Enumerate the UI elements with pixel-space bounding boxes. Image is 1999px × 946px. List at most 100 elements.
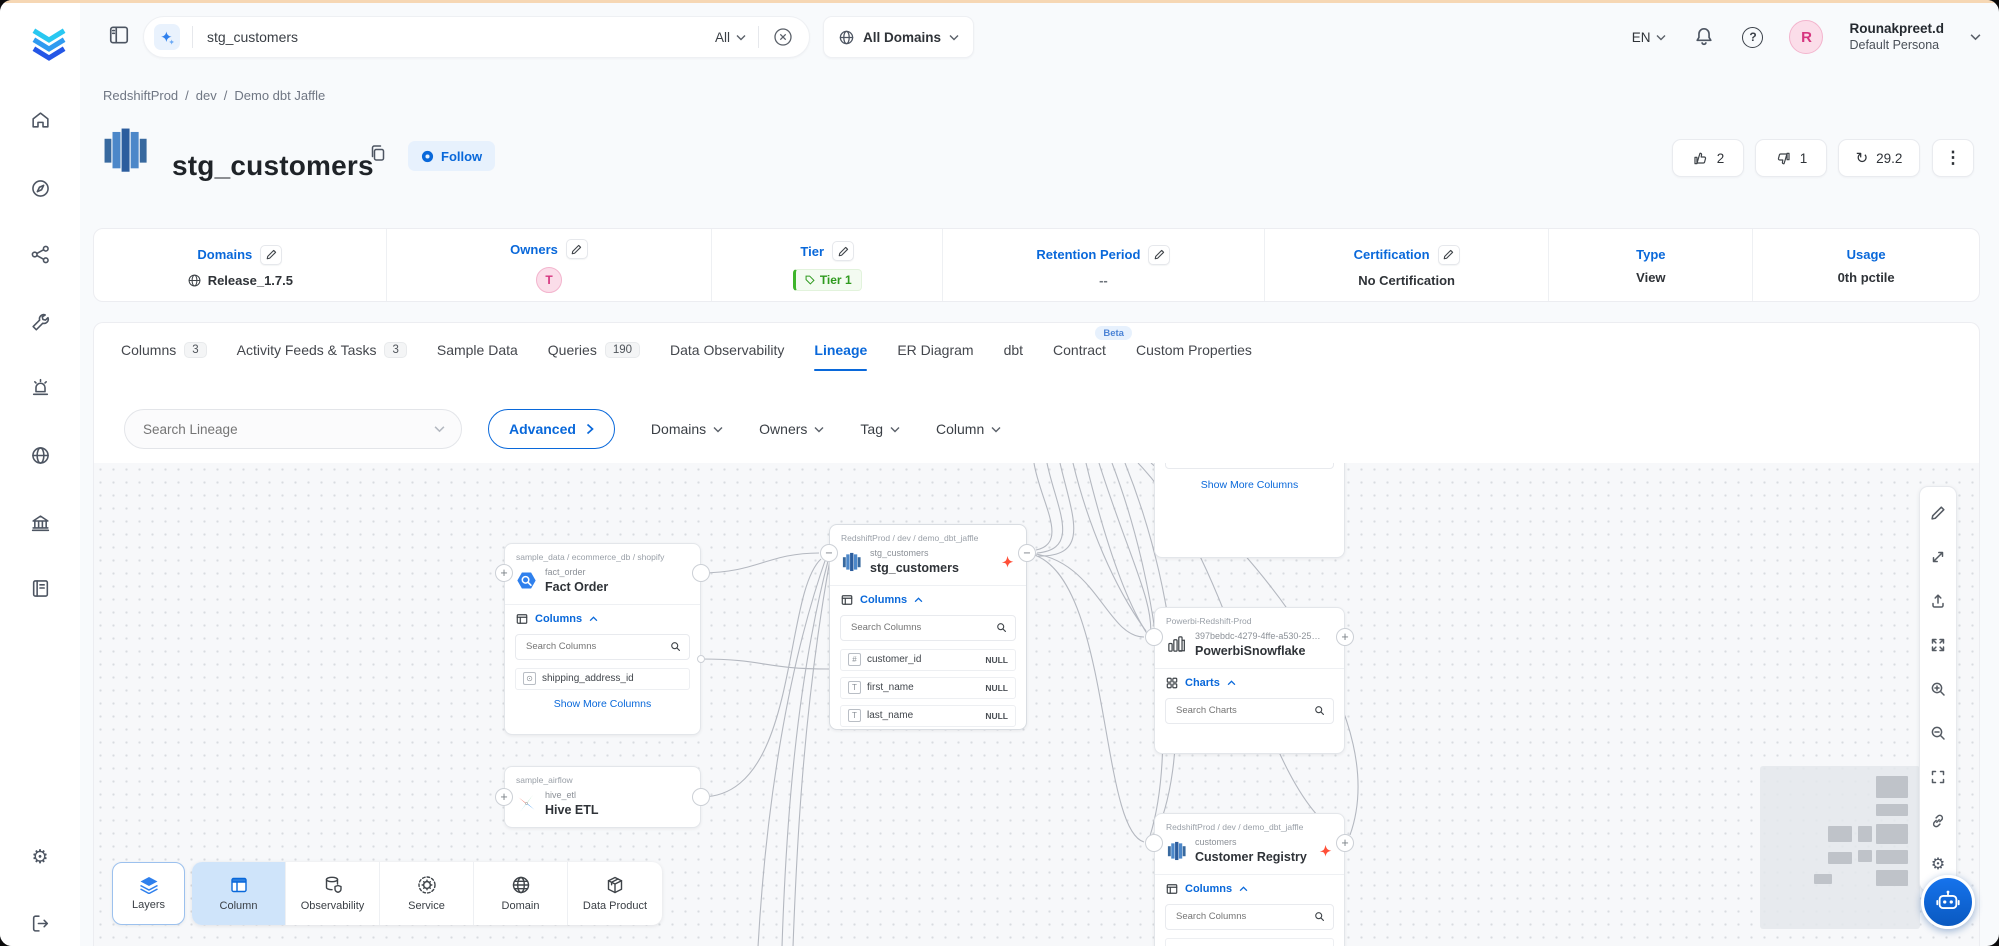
node-name[interactable]: Hive ETL <box>545 802 599 818</box>
node-column-search-input[interactable] <box>849 621 996 634</box>
sidebar-home-icon[interactable] <box>28 108 52 132</box>
node-column-search-input[interactable] <box>1174 910 1314 923</box>
user-avatar[interactable]: R <box>1789 20 1823 54</box>
node-chart-search[interactable] <box>1165 698 1334 724</box>
node-name[interactable]: stg_customers <box>870 560 959 576</box>
owner-avatar[interactable]: T <box>536 267 562 293</box>
filter-owners-dropdown[interactable]: Owners <box>759 421 824 437</box>
columns-section-toggle[interactable]: Columns <box>505 604 700 631</box>
tab-queries[interactable]: Queries190 <box>548 323 640 377</box>
expand-upstream-handle[interactable]: + <box>495 564 513 582</box>
layer-data-product-button[interactable]: Data Product <box>568 862 662 925</box>
assistant-bot-button[interactable] <box>1921 875 1975 929</box>
layer-column-button[interactable]: Column <box>192 862 286 925</box>
user-menu-chevron-icon[interactable] <box>1970 33 1981 41</box>
edit-lineage-icon[interactable] <box>1919 491 1957 535</box>
filter-tag-dropdown[interactable]: Tag <box>860 421 900 437</box>
sidebar-glossary-icon[interactable] <box>28 576 52 600</box>
tab-columns[interactable]: Columns3 <box>121 323 207 377</box>
sidebar-collapse-icon[interactable] <box>108 24 130 46</box>
filter-column-dropdown[interactable]: Column <box>936 421 1001 437</box>
sidebar-insights-icon[interactable] <box>28 376 52 400</box>
tab-lineage[interactable]: Lineage <box>814 323 867 377</box>
charts-section-toggle[interactable]: Charts <box>1155 668 1344 695</box>
columns-section-toggle[interactable]: Columns <box>1155 874 1344 901</box>
edit-domains-icon[interactable] <box>260 245 282 265</box>
edit-retention-icon[interactable] <box>1148 245 1170 265</box>
sidebar-domains-icon[interactable] <box>28 443 52 467</box>
fit-view-icon[interactable] <box>1919 623 1957 667</box>
expand-downstream-handle[interactable]: + <box>1336 628 1354 646</box>
downvote-button[interactable]: 1 <box>1755 139 1827 177</box>
user-menu[interactable]: Rounakpreet.d Default Persona <box>1849 21 1944 54</box>
layer-observability-button[interactable]: Observability <box>286 862 380 925</box>
tab-sample-data[interactable]: Sample Data <box>437 323 518 377</box>
node-port-handle[interactable] <box>692 788 710 806</box>
collapse-upstream-handle[interactable]: − <box>820 544 838 562</box>
columns-section-toggle[interactable]: Columns <box>830 585 1026 612</box>
tier-badge[interactable]: Tier 1 <box>793 269 862 291</box>
node-port-handle[interactable] <box>1145 834 1163 852</box>
node-column-search[interactable] <box>1165 463 1334 469</box>
expand-downstream-handle[interactable]: + <box>1336 834 1354 852</box>
column-row[interactable]: T last_name NULL <box>840 705 1016 727</box>
tab-data-observability[interactable]: Data Observability <box>670 323 784 377</box>
sidebar-tools-icon[interactable] <box>28 310 52 334</box>
layer-domain-button[interactable]: Domain <box>474 862 568 925</box>
column-row[interactable]: T first_name NULL <box>840 677 1016 699</box>
global-search-bar[interactable]: All <box>143 16 810 58</box>
fullscreen-icon[interactable] <box>1919 755 1957 799</box>
column-row[interactable] <box>1165 938 1334 946</box>
edit-certification-icon[interactable] <box>1438 245 1460 265</box>
expand-upstream-handle[interactable]: + <box>495 788 513 806</box>
all-domains-dropdown[interactable]: All Domains <box>823 16 974 58</box>
global-search-input[interactable] <box>205 28 715 46</box>
edit-tier-icon[interactable] <box>832 241 854 261</box>
more-actions-button[interactable]: ⋮ <box>1932 139 1974 177</box>
breadcrumb-item[interactable]: Demo dbt Jaffle <box>234 88 325 103</box>
edit-owners-icon[interactable] <box>566 239 588 259</box>
column-row[interactable]: ⊙ shipping_address_id <box>515 668 690 690</box>
layers-button[interactable]: Layers <box>112 862 185 925</box>
sidebar-logout-icon[interactable] <box>28 911 52 935</box>
collapse-downstream-handle[interactable]: − <box>1018 544 1036 562</box>
show-more-columns-link[interactable]: Show More Columns <box>505 696 700 720</box>
copy-name-icon[interactable] <box>368 143 392 167</box>
node-column-search[interactable] <box>1165 904 1334 930</box>
domains-value[interactable]: Release_1.7.5 <box>187 273 293 288</box>
notifications-bell-icon[interactable] <box>1692 25 1716 49</box>
tab-er-diagram[interactable]: ER Diagram <box>897 323 973 377</box>
help-icon[interactable]: ? <box>1742 27 1763 48</box>
node-name[interactable]: Fact Order <box>545 579 608 595</box>
show-more-columns-link[interactable]: Show More Columns <box>1155 477 1344 501</box>
node-name[interactable]: Customer Registry <box>1195 849 1307 865</box>
advanced-search-button[interactable]: Advanced <box>488 409 615 449</box>
export-icon[interactable] <box>1919 579 1957 623</box>
search-clear-icon[interactable] <box>771 25 795 49</box>
node-column-search-input[interactable] <box>524 640 670 653</box>
lineage-search-box[interactable] <box>124 409 462 449</box>
lineage-node-customer-registry[interactable]: RedshiftProd / dev / demo_dbt_jaffle cus… <box>1154 813 1345 946</box>
node-chart-search-input[interactable] <box>1174 704 1314 717</box>
lineage-node-hive-etl[interactable]: sample_airflow hive_etl Hive ETL <box>504 766 701 828</box>
version-button[interactable]: ↻ 29.2 <box>1838 139 1920 177</box>
node-column-search[interactable] <box>840 615 1016 641</box>
breadcrumb-item[interactable]: dev <box>196 88 217 103</box>
layer-service-button[interactable]: Service <box>380 862 474 925</box>
sidebar-data-assets-icon[interactable] <box>28 242 52 266</box>
tab-custom-properties[interactable]: Custom Properties <box>1136 323 1252 377</box>
sidebar-settings-icon[interactable]: ⚙ <box>28 845 52 869</box>
app-logo[interactable] <box>26 20 72 66</box>
lineage-search-input[interactable] <box>141 421 434 438</box>
sidebar-explore-icon[interactable] <box>28 176 52 200</box>
sidebar-govern-icon[interactable] <box>28 511 52 535</box>
tab-contract[interactable]: ContractBeta <box>1053 323 1106 377</box>
lineage-node-powerbi-snowflake[interactable]: Powerbi-Redshift-Prod 397bebdc-4279-4ffe… <box>1154 607 1345 754</box>
zoom-out-icon[interactable] <box>1919 711 1957 755</box>
upvote-button[interactable]: 2 <box>1672 139 1744 177</box>
lineage-node-partial[interactable]: Columns Show More Columns <box>1154 463 1345 558</box>
filter-domains-dropdown[interactable]: Domains <box>651 421 723 437</box>
tab-activity-feeds[interactable]: Activity Feeds & Tasks3 <box>237 323 407 377</box>
lineage-canvas[interactable]: Columns Show More Columns sample_data / … <box>94 463 1979 946</box>
node-port-handle[interactable] <box>1145 628 1163 646</box>
